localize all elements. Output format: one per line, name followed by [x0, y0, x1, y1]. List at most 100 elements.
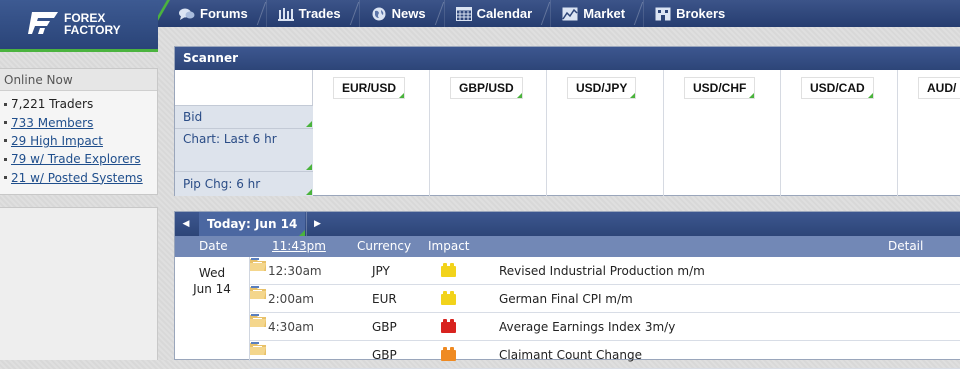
- online-traders: 7,221 Traders: [11, 97, 94, 112]
- online-posted-systems-link[interactable]: 21 w/ Posted Systems: [11, 169, 143, 187]
- prev-day-button[interactable]: ◀: [175, 212, 197, 236]
- impact-folder-icon[interactable]: [441, 347, 456, 361]
- nav-forums[interactable]: Forums: [168, 0, 258, 27]
- scanner-row-bid[interactable]: Bid: [175, 105, 313, 128]
- online-now-panel: Online Now 7,221 Traders 733 Members 29 …: [0, 68, 158, 195]
- event-time: 2:00am: [268, 292, 314, 306]
- event-name: German Final CPI m/m: [499, 292, 633, 306]
- scanner-row-chart[interactable]: Chart: Last 6 hr: [175, 128, 313, 171]
- nav-news[interactable]: News: [358, 0, 436, 27]
- online-trade-explorers-link[interactable]: 79 w/ Trade Explorers: [11, 150, 141, 168]
- pair-tab-usdjpy[interactable]: USD/JPY: [567, 77, 637, 99]
- pair-column: USD/CAD: [781, 70, 898, 196]
- today-tab[interactable]: Today: Jun 14: [199, 212, 306, 236]
- event-currency: GBP: [372, 320, 397, 334]
- detail-folder-icon[interactable]: [250, 257, 266, 271]
- calendar-grid-icon: [455, 6, 472, 21]
- nav-brokers-label: Brokers: [676, 6, 726, 21]
- table-row[interactable]: 4:30am GBP Average Earnings Index 3m/y: [250, 313, 960, 341]
- scanner-title: Scanner: [175, 47, 960, 70]
- globe-icon: [372, 7, 386, 20]
- pair-label: AUD/: [927, 81, 957, 95]
- list-item: 79 w/ Trade Explorers: [4, 150, 157, 168]
- detail-folder-icon[interactable]: [250, 313, 266, 327]
- corner-marker-icon: [630, 93, 636, 98]
- detail-folder-icon[interactable]: [250, 341, 266, 355]
- online-high-impact-link[interactable]: 29 High Impact: [11, 132, 103, 150]
- right-arrow-icon: ▶: [314, 219, 321, 229]
- online-now-title: Online Now: [0, 69, 157, 91]
- pair-label: EUR/USD: [342, 81, 397, 95]
- event-name: Revised Industrial Production m/m: [499, 264, 705, 278]
- scanner-row-label: Pip Chg: 6 hr: [183, 177, 261, 191]
- nav-trades[interactable]: Trades: [265, 0, 351, 27]
- table-row[interactable]: 2:00am EUR German Final CPI m/m: [250, 285, 960, 313]
- col-time-link[interactable]: 11:43pm: [272, 239, 326, 253]
- pair-tab-aud[interactable]: AUD/: [918, 77, 960, 99]
- scanner-panel: Scanner Bid Chart: Last 6 hr Pip Chg: 6 …: [174, 46, 960, 196]
- corner-marker-icon: [399, 93, 405, 98]
- event-time: 12:30am: [268, 264, 322, 278]
- sidebar-lower-panel: [0, 207, 158, 360]
- col-impact: Impact: [428, 239, 470, 253]
- pair-label: USD/CAD: [810, 81, 865, 95]
- scanner-body: Bid Chart: Last 6 hr Pip Chg: 6 hr EUR/U…: [175, 70, 960, 196]
- scanner-row-labels: Bid Chart: Last 6 hr Pip Chg: 6 hr: [175, 70, 313, 196]
- nav-calendar[interactable]: Calendar: [443, 0, 543, 27]
- pair-tab-gbpusd[interactable]: GBP/USD: [450, 77, 523, 99]
- pair-tab-eurusd[interactable]: EUR/USD: [333, 77, 406, 99]
- impact-folder-icon[interactable]: [441, 291, 456, 305]
- event-currency: EUR: [372, 292, 397, 306]
- pair-column: AUD/: [898, 70, 960, 196]
- col-currency: Currency: [357, 239, 412, 253]
- nav-news-label: News: [391, 6, 426, 21]
- detail-folder-icon[interactable]: [250, 285, 266, 299]
- bar-chart-icon: [277, 7, 294, 21]
- calendar-panel: ◀ Today: Jun 14 ▶ Date 11:43pm Currency …: [174, 211, 960, 369]
- corner-marker-icon: [306, 121, 312, 127]
- scanner-row-label: Bid: [183, 110, 203, 124]
- list-item: 733 Members: [4, 113, 157, 131]
- calendar-header: ◀ Today: Jun 14 ▶: [175, 212, 960, 236]
- pair-tab-usdcad[interactable]: USD/CAD: [801, 77, 874, 99]
- next-day-button[interactable]: ▶: [306, 212, 328, 236]
- day-cell: Wed Jun 14: [175, 257, 250, 361]
- left-arrow-icon: ◀: [182, 219, 190, 229]
- nav-market[interactable]: Market: [550, 0, 635, 27]
- pair-column: EUR/USD: [313, 70, 430, 196]
- nav-brokers[interactable]: Brokers: [643, 0, 735, 27]
- online-members-link[interactable]: 733 Members: [11, 114, 93, 132]
- nav-trades-label: Trades: [298, 6, 341, 21]
- corner-marker-icon: [306, 189, 312, 195]
- today-label: Today: Jun 14: [207, 217, 298, 231]
- table-row[interactable]: 12:30am JPY Revised Industrial Productio…: [250, 257, 960, 285]
- pair-column: USD/CHF: [664, 70, 781, 196]
- line-chart-icon: [562, 7, 578, 20]
- impact-folder-icon[interactable]: [441, 263, 456, 277]
- impact-folder-icon[interactable]: [441, 319, 456, 333]
- nav-separator: [542, 0, 550, 27]
- col-date: Date: [199, 239, 228, 253]
- nav-separator: [351, 0, 359, 27]
- nav-separator: [258, 0, 266, 27]
- pair-label: USD/CHF: [693, 81, 747, 95]
- pair-column: USD/JPY: [547, 70, 664, 196]
- calendar-column-header: Date 11:43pm Currency Impact Detail: [175, 236, 960, 257]
- table-row[interactable]: GBP Claimant Count Change: [250, 341, 960, 369]
- corner-marker-icon: [516, 93, 522, 98]
- col-detail: Detail: [888, 239, 924, 253]
- logo-line-2: FACTORY: [64, 23, 121, 37]
- list-item: 21 w/ Posted Systems: [4, 169, 157, 187]
- logo-area[interactable]: FOREX FACTORY: [0, 0, 158, 52]
- corner-marker-icon: [306, 164, 312, 170]
- nav-calendar-label: Calendar: [476, 6, 533, 21]
- logo-text: FOREX FACTORY: [64, 12, 121, 36]
- pair-tab-usdchf[interactable]: USD/CHF: [684, 77, 756, 99]
- nav-market-label: Market: [583, 6, 626, 21]
- nav-forums-label: Forums: [200, 6, 248, 21]
- nav-separator: [436, 0, 444, 27]
- speech-bubbles-icon: [179, 8, 195, 20]
- scanner-row-pip-change[interactable]: Pip Chg: 6 hr: [175, 171, 313, 196]
- building-icon: [655, 7, 671, 21]
- pair-label: GBP/USD: [459, 81, 514, 95]
